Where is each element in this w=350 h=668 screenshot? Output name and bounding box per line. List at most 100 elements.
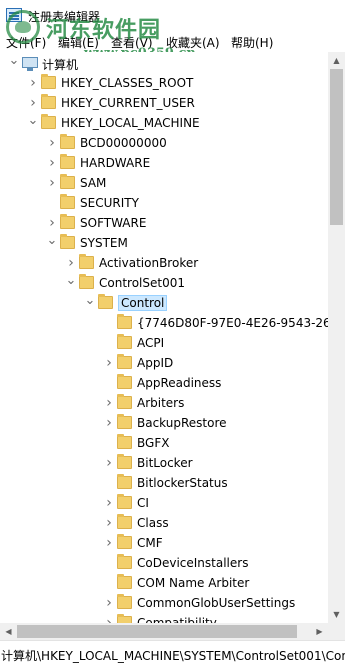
chevron-right-icon[interactable]: › [103,356,115,370]
tree-item[interactable]: › CI [0,493,328,513]
chevron-down-icon[interactable]: ⌄ [8,54,20,69]
scroll-left-arrow-icon[interactable]: ◀ [0,623,17,640]
status-path: 计算机\HKEY_LOCAL_MACHINE\SYSTEM\ControlSet… [1,649,350,663]
menu-file[interactable]: 文件(F) [6,34,46,51]
tree-item[interactable]: CoDeviceInstallers [0,553,328,573]
tree-item[interactable]: › Arbiters [0,393,328,413]
menu-edit[interactable]: 编辑(E) [58,34,99,51]
tree-item-label: HKEY_CURRENT_USER [61,96,195,110]
chevron-right-icon[interactable]: › [103,516,115,530]
tree-item-label: SYSTEM [80,236,128,250]
tree-item-label: CI [137,496,149,510]
tree-item-label: HARDWARE [80,156,151,170]
tree-item-label: BGFX [137,436,170,450]
chevron-down-icon[interactable]: ⌄ [65,274,77,289]
registry-tree[interactable]: ⌄ 计算机 › HKEY_CLASSES_ROOT › HKEY_CURRENT_USER… [0,52,328,623]
folder-icon [117,514,132,529]
tree-item-label: SECURITY [80,196,139,210]
tree-item[interactable]: › CommonGlobUserSettings [0,593,328,613]
chevron-right-icon[interactable]: › [103,596,115,610]
chevron-right-icon[interactable]: › [27,76,39,90]
tree-item-label: ActivationBroker [99,256,199,270]
tree-item[interactable]: SECURITY [0,193,328,213]
folder-icon [60,174,75,189]
tree-item[interactable]: › SOFTWARE [0,213,328,233]
tree-item[interactable]: ⌄ 计算机 [0,53,328,73]
chevron-right-icon[interactable]: › [103,536,115,550]
tree-item[interactable]: › HKEY_CLASSES_ROOT [0,73,328,93]
vertical-scrollbar[interactable]: ▲ ▼ [328,52,345,623]
tree-item[interactable]: AppReadiness [0,373,328,393]
chevron-down-icon[interactable]: ⌄ [84,294,96,309]
chevron-right-icon[interactable]: › [46,216,58,230]
tree-item[interactable]: › CMF [0,533,328,553]
scroll-right-arrow-icon[interactable]: ▶ [311,623,328,640]
chevron-right-icon[interactable]: › [27,96,39,110]
tree-item[interactable]: COM Name Arbiter [0,573,328,593]
tree-item[interactable]: BitlockerStatus [0,473,328,493]
tree-item-label: SOFTWARE [80,216,147,230]
tree-item[interactable]: › BackupRestore [0,413,328,433]
tree-item[interactable]: ⌄ Control [0,293,328,313]
scroll-up-arrow-icon[interactable]: ▲ [328,52,345,69]
tree-item-label: HKEY_CLASSES_ROOT [61,76,194,90]
menu-help[interactable]: 帮助(H) [231,34,273,51]
folder-icon [117,394,132,409]
chevron-right-icon[interactable]: › [103,396,115,410]
tree-item[interactable]: BGFX [0,433,328,453]
chevron-down-icon[interactable]: ⌄ [27,114,39,129]
folder-icon [117,354,132,369]
tree-item-label: CMF [137,536,163,550]
vertical-scroll-thumb[interactable] [330,69,343,225]
horizontal-scrollbar[interactable]: ◀ ▶ [0,623,328,640]
tree-item[interactable]: ⌄ HKEY_LOCAL_MACHINE [0,113,328,133]
chevron-right-icon[interactable]: › [46,176,58,190]
folder-icon [60,194,75,209]
tree-item[interactable]: › AppID [0,353,328,373]
chevron-right-icon[interactable]: › [46,136,58,150]
tree-item[interactable]: › BitLocker [0,453,328,473]
folder-icon [117,534,132,549]
folder-icon [117,494,132,509]
menu-bar: 文件(F) 编辑(E) 查看(V) 收藏夹(A) 帮助(H) [0,32,350,52]
chevron-right-icon[interactable]: › [103,416,115,430]
tree-item[interactable]: › HARDWARE [0,153,328,173]
folder-icon [79,274,94,289]
chevron-right-icon[interactable]: › [103,456,115,470]
folder-icon [60,154,75,169]
chevron-right-icon[interactable]: › [65,256,77,270]
tree-item[interactable]: › Compatibility [0,613,328,623]
tree-item[interactable]: ACPI [0,333,328,353]
computer-icon [22,57,38,71]
horizontal-scroll-thumb[interactable] [17,625,297,638]
folder-icon [117,454,132,469]
tree-item-label: CommonGlobUserSettings [137,596,296,610]
tree-item[interactable]: › BCD00000000 [0,133,328,153]
tree-item[interactable]: › SAM [0,173,328,193]
folder-icon [60,214,75,229]
window-title: 注册表编辑器 [28,10,101,24]
chevron-down-icon[interactable]: ⌄ [46,234,58,249]
tree-item-label: CoDeviceInstallers [137,556,249,570]
scroll-down-arrow-icon[interactable]: ▼ [328,606,345,623]
menu-view[interactable]: 查看(V) [111,34,153,51]
tree-item[interactable]: › ActivationBroker [0,253,328,273]
menu-favorites[interactable]: 收藏夹(A) [166,34,220,51]
tree-item-label: ControlSet001 [99,276,185,290]
tree-item[interactable]: › HKEY_CURRENT_USER [0,93,328,113]
tree-item[interactable]: › Class [0,513,328,533]
tree-item[interactable]: {7746D80F-97E0-4E26-9543-26B4 [0,313,328,333]
chevron-right-icon[interactable]: › [46,156,58,170]
tree-item[interactable]: ⌄ SYSTEM [0,233,328,253]
tree-item[interactable]: ⌄ ControlSet001 [0,273,328,293]
chevron-right-icon[interactable]: › [103,496,115,510]
folder-icon [117,374,132,389]
tree-item-label: ACPI [137,336,165,350]
